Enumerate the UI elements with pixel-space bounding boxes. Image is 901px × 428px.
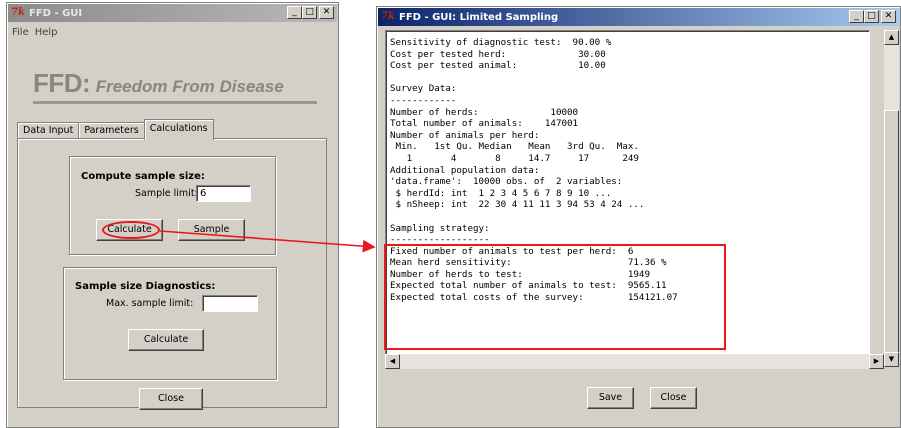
annotation-arrow: [159, 230, 376, 253]
tab-calculations[interactable]: Calculations: [143, 119, 214, 140]
annotation-arrow-line: [159, 230, 376, 253]
